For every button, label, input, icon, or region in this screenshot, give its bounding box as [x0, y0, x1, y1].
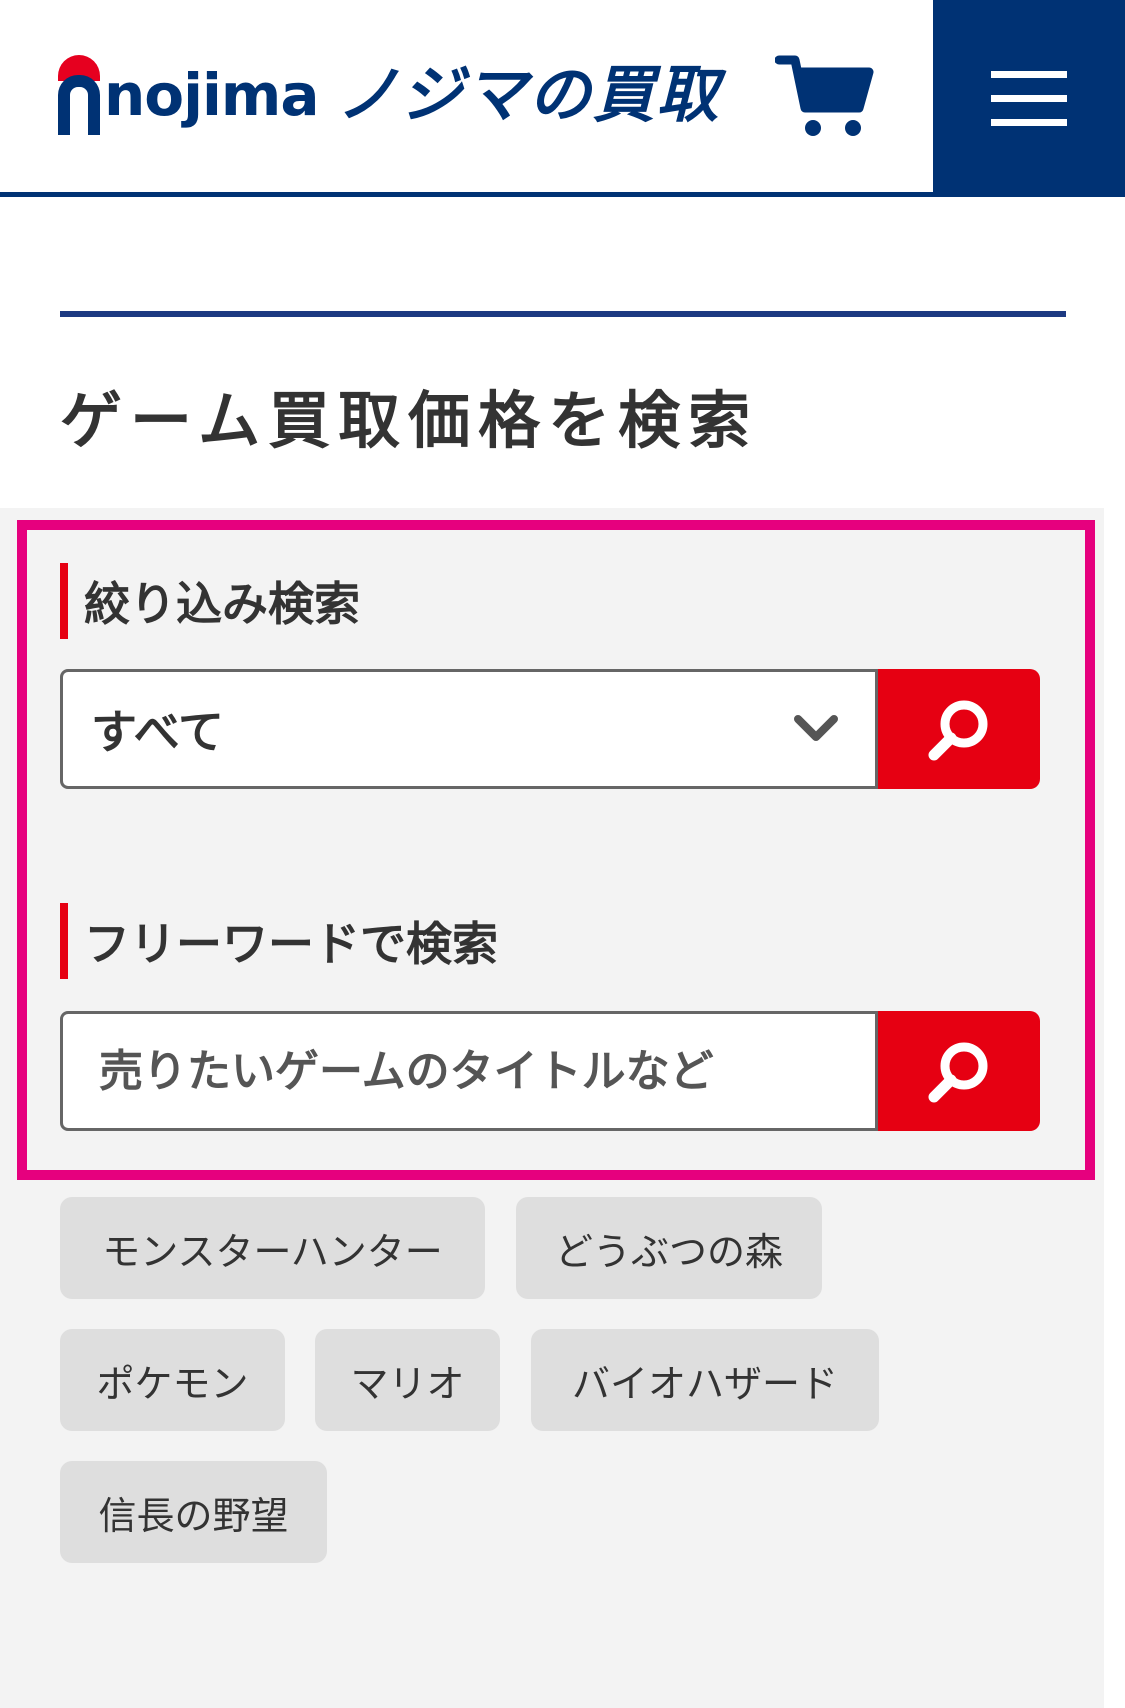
site-header: nojima ノジマの買取: [0, 0, 1125, 197]
heading-accent-bar: [60, 903, 68, 979]
cart-button[interactable]: [770, 45, 880, 145]
nojima-logo-mark: [58, 55, 100, 135]
tag-mario[interactable]: マリオ: [315, 1329, 500, 1431]
filter-search-button[interactable]: [878, 669, 1040, 789]
category-select-value: すべて: [91, 705, 224, 759]
heading-accent-bar: [60, 563, 68, 639]
search-icon: [928, 700, 988, 761]
hamburger-menu-button[interactable]: [933, 0, 1125, 197]
search-icon: [928, 1042, 988, 1103]
header-divider: [0, 192, 1125, 197]
chevron-down-icon: [781, 694, 851, 764]
freeword-search-heading: フリーワードで検索: [60, 903, 498, 979]
title-divider: [60, 311, 1066, 317]
cart-icon: [775, 55, 874, 136]
tag-pokemon[interactable]: ポケモン: [60, 1329, 285, 1431]
filter-search-label: 絞り込み検索: [84, 577, 360, 631]
tag-resident-evil[interactable]: バイオハザード: [531, 1329, 879, 1431]
freeword-search-input[interactable]: [63, 1014, 875, 1128]
tag-animal-crossing[interactable]: どうぶつの森: [516, 1197, 822, 1299]
tag-monster-hunter[interactable]: モンスターハンター: [60, 1197, 485, 1299]
logo-subtitle: ノジマの買取: [336, 58, 721, 131]
hamburger-menu-icon: [991, 71, 1067, 78]
category-select[interactable]: すべて: [60, 669, 878, 789]
freeword-search-button[interactable]: [878, 1011, 1040, 1131]
freeword-search-label: フリーワードで検索: [84, 917, 498, 971]
filter-search-heading: 絞り込み検索: [60, 563, 360, 639]
logo-wordmark: nojima: [104, 61, 319, 129]
tag-nobunaga[interactable]: 信長の野望: [60, 1461, 327, 1563]
freeword-input-wrapper: [60, 1011, 878, 1131]
page-title: ゲーム買取価格を検索: [60, 384, 759, 457]
nojima-logo[interactable]: nojima ノジマの買取: [58, 50, 721, 140]
